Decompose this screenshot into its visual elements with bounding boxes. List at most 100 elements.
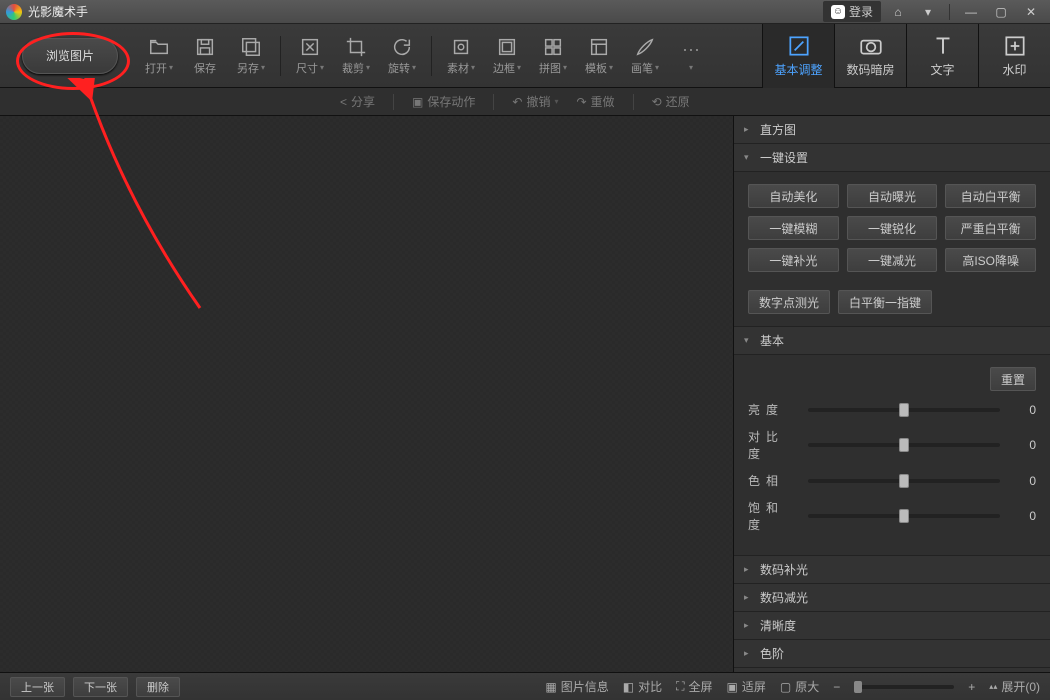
tool-save[interactable]: 保存 bbox=[182, 28, 228, 84]
label-text: 旋转 bbox=[388, 60, 410, 76]
save-action-button[interactable]: ▣保存动作 bbox=[412, 93, 475, 110]
restore-button[interactable]: ⟲还原 bbox=[652, 93, 690, 110]
oneclick-button[interactable]: 一键减光 bbox=[847, 248, 938, 272]
material-icon bbox=[450, 36, 472, 58]
tool-open[interactable]: 打开▾ bbox=[136, 28, 182, 84]
section-basic[interactable]: ▾基本 bbox=[734, 327, 1050, 355]
slider-value: 0 bbox=[1010, 474, 1036, 488]
body: ▸直方图 ▾一键设置 自动美化自动曝光自动白平衡 一键模糊 一键锐化严重白平衡 一… bbox=[0, 116, 1050, 700]
canvas-area[interactable] bbox=[0, 116, 734, 700]
zoom-in-icon[interactable]: + bbox=[968, 680, 975, 694]
oneclick-button[interactable]: 自动美化 bbox=[748, 184, 839, 208]
tab-label: 数码暗房 bbox=[846, 61, 894, 78]
expand-button[interactable]: ▴▴展开(0) bbox=[989, 678, 1040, 695]
divider bbox=[493, 94, 494, 110]
tool-label: 打开▾ bbox=[145, 60, 173, 76]
zoom-out-icon[interactable]: − bbox=[833, 680, 840, 694]
actual-size-button[interactable]: ▢原大 bbox=[780, 678, 819, 695]
button-label: 高ISO降噪 bbox=[962, 252, 1019, 269]
section-clarity[interactable]: ▸清晰度 bbox=[734, 612, 1050, 640]
slider-row: 色相0 bbox=[748, 472, 1036, 489]
undo-label: 撤销 bbox=[526, 93, 550, 110]
section-histogram[interactable]: ▸直方图 bbox=[734, 116, 1050, 144]
next-button[interactable]: 下一张 bbox=[73, 677, 128, 697]
zoom-thumb[interactable] bbox=[854, 681, 862, 693]
chevron-down-icon: ▾ bbox=[320, 63, 324, 72]
settings-dropdown[interactable]: ▾ bbox=[915, 3, 941, 21]
button-label: 数字点测光 bbox=[759, 294, 819, 311]
slider-thumb[interactable] bbox=[899, 474, 909, 488]
slider-track[interactable] bbox=[808, 443, 1000, 447]
share-button[interactable]: <分享 bbox=[340, 93, 375, 110]
browse-label: 浏览图片 bbox=[46, 47, 94, 64]
right-tab-basic[interactable]: 基本调整 bbox=[762, 24, 834, 88]
basic-body: 重置 亮度0对比度0色相0饱和度0 bbox=[734, 355, 1050, 556]
title-bar: 光影魔术手 ☺ 登录 ⌂ ▾ — ▢ ✕ bbox=[0, 0, 1050, 24]
compare-label: 对比 bbox=[638, 678, 662, 695]
tool-size[interactable]: 尺寸▾ bbox=[287, 28, 333, 84]
close-button[interactable]: ✕ bbox=[1018, 3, 1044, 21]
section-reduce-light[interactable]: ▸数码减光 bbox=[734, 584, 1050, 612]
slider-track[interactable] bbox=[808, 408, 1000, 412]
fill-light-label: 数码补光 bbox=[760, 561, 808, 578]
zoom-slider[interactable] bbox=[854, 685, 954, 689]
section-oneclick[interactable]: ▾一键设置 bbox=[734, 144, 1050, 172]
right-tab-text[interactable]: 文字 bbox=[906, 24, 978, 88]
slider-value: 0 bbox=[1010, 509, 1036, 523]
divider bbox=[393, 94, 394, 110]
tool-rotate[interactable]: 旋转▾ bbox=[379, 28, 425, 84]
oneclick-button[interactable]: 白平衡一指键 bbox=[838, 290, 932, 314]
oneclick-body: 自动美化自动曝光自动白平衡 一键模糊 一键锐化严重白平衡 一键补光 一键减光 高ISO… bbox=[734, 172, 1050, 327]
slider-thumb[interactable] bbox=[899, 403, 909, 417]
home-button[interactable]: ⌂ bbox=[885, 3, 911, 21]
secondary-toolbar: <分享 ▣保存动作 ↶撤销▾ ↷重做 ⟲还原 bbox=[0, 88, 1050, 116]
oneclick-button[interactable]: 一键模糊 bbox=[748, 216, 839, 240]
info-label: 图片信息 bbox=[561, 678, 609, 695]
tool-crop[interactable]: 裁剪▾ bbox=[333, 28, 379, 84]
tool-label: 另存▾ bbox=[237, 60, 265, 76]
oneclick-button[interactable]: 严重白平衡 bbox=[945, 216, 1036, 240]
delete-button[interactable]: 删除 bbox=[136, 677, 180, 697]
fit-button[interactable]: ▣适屏 bbox=[727, 678, 766, 695]
button-label: 一键补光 bbox=[769, 252, 817, 269]
redo-button[interactable]: ↷重做 bbox=[576, 93, 614, 110]
tool-template[interactable]: 模板▾ bbox=[576, 28, 622, 84]
right-tab-watermark[interactable]: 水印 bbox=[978, 24, 1050, 88]
slider-thumb[interactable] bbox=[899, 438, 909, 452]
oneclick-button[interactable]: 一键锐化 bbox=[847, 216, 938, 240]
undo-button[interactable]: ↶撤销▾ bbox=[512, 93, 558, 110]
slider-track[interactable] bbox=[808, 514, 1000, 518]
slider-thumb[interactable] bbox=[899, 509, 909, 523]
button-label: 一键模糊 bbox=[769, 220, 817, 237]
maximize-button[interactable]: ▢ bbox=[988, 3, 1014, 21]
tool-border[interactable]: 边框▾ bbox=[484, 28, 530, 84]
minimize-button[interactable]: — bbox=[958, 3, 984, 21]
actual-icon: ▢ bbox=[780, 680, 791, 694]
compare-button[interactable]: ◧对比 bbox=[623, 678, 662, 695]
slider-track[interactable] bbox=[808, 479, 1000, 483]
label-text: 素材 bbox=[447, 60, 469, 76]
oneclick-button[interactable]: 自动白平衡 bbox=[945, 184, 1036, 208]
tool-material[interactable]: 素材▾ bbox=[438, 28, 484, 84]
browse-images-button[interactable]: 浏览图片 bbox=[22, 38, 118, 74]
login-button[interactable]: ☺ 登录 bbox=[823, 1, 881, 22]
tool-saveas[interactable]: 另存▾ bbox=[228, 28, 274, 84]
oneclick-button[interactable]: 数字点测光 bbox=[748, 290, 830, 314]
oneclick-button[interactable]: 一键补光 bbox=[748, 248, 839, 272]
section-fill-light[interactable]: ▸数码补光 bbox=[734, 556, 1050, 584]
section-levels[interactable]: ▸色阶 bbox=[734, 640, 1050, 668]
tool-more[interactable]: ⋯▾ bbox=[668, 28, 714, 84]
slider-label: 亮度 bbox=[748, 401, 798, 418]
size-icon bbox=[299, 36, 321, 58]
oneclick-button[interactable]: 自动曝光 bbox=[847, 184, 938, 208]
fullscreen-button[interactable]: ⛶全屏 bbox=[676, 678, 712, 695]
image-info-button[interactable]: ▦图片信息 bbox=[545, 678, 608, 695]
save-icon bbox=[194, 36, 216, 58]
tool-brush[interactable]: 画笔▾ bbox=[622, 28, 668, 84]
prev-button[interactable]: 上一张 bbox=[10, 677, 65, 697]
right-tab-darkroom[interactable]: 数码暗房 bbox=[834, 24, 906, 88]
oneclick-button[interactable]: 高ISO降噪 bbox=[945, 248, 1036, 272]
restore-icon: ⟲ bbox=[652, 95, 662, 109]
tool-collage[interactable]: 拼图▾ bbox=[530, 28, 576, 84]
reset-button[interactable]: 重置 bbox=[990, 367, 1036, 391]
